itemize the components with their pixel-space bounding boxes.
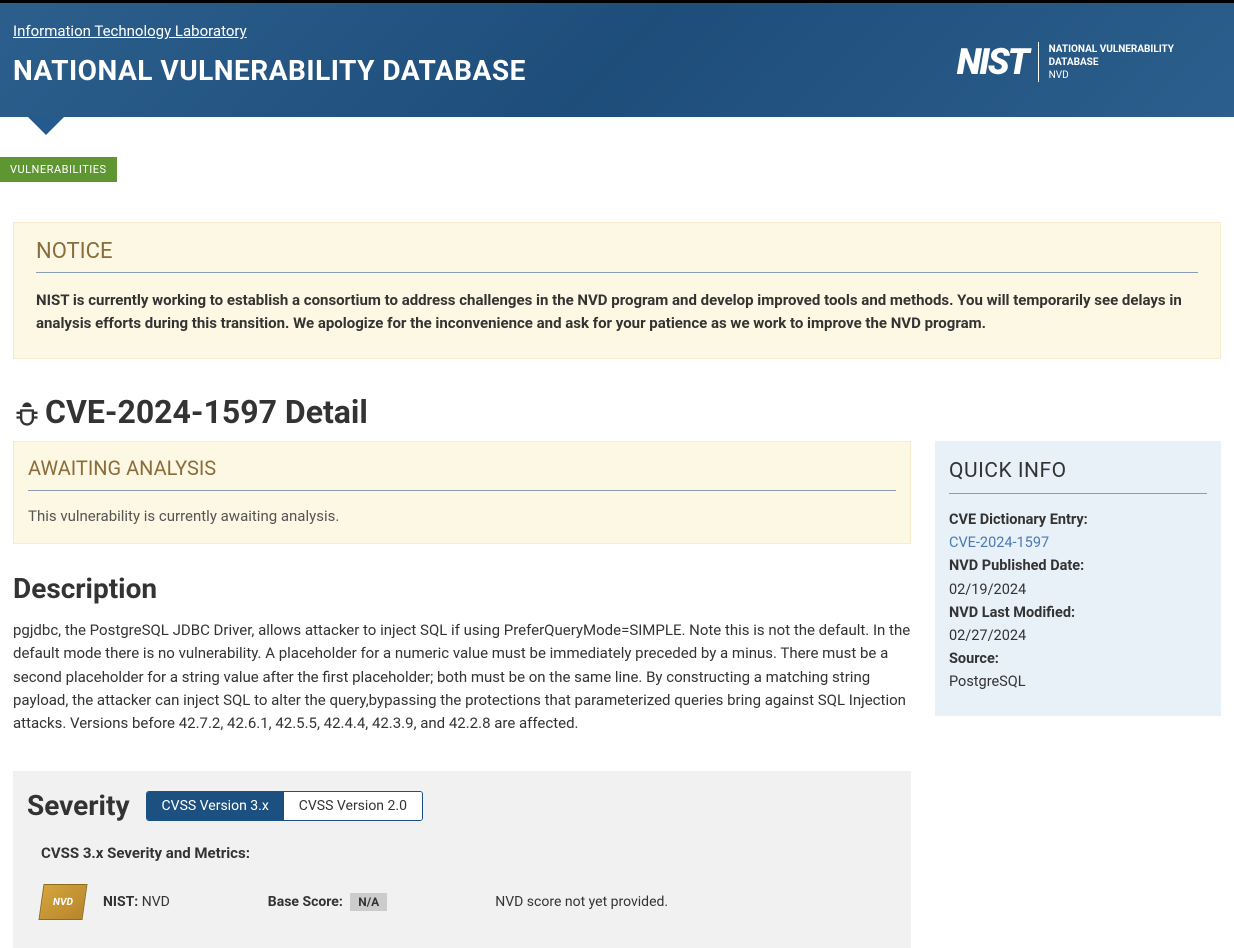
cvss-tabs: CVSS Version 3.x CVSS Version 2.0 — [146, 791, 423, 821]
bug-icon — [13, 398, 41, 426]
awaiting-analysis-box: AWAITING ANALYSIS This vulnerability is … — [13, 441, 911, 544]
nvd-badge-icon: NVD — [38, 884, 87, 920]
qi-published-label: NVD Published Date: — [949, 557, 1084, 574]
quick-info-heading: QUICK INFO — [949, 459, 1207, 494]
qi-source-value: PostgreSQL — [949, 670, 1207, 693]
qi-source-label: Source: — [949, 650, 999, 667]
na-badge: N/A — [350, 893, 387, 911]
nist-logo: NIST NATIONAL VULNERABILITY DATABASE NVD — [957, 41, 1174, 83]
severity-section: Severity CVSS Version 3.x CVSS Version 2… — [13, 771, 911, 948]
tab-cvss3[interactable]: CVSS Version 3.x — [147, 792, 284, 820]
awaiting-heading: AWAITING ANALYSIS — [28, 456, 896, 491]
description-text: pgjdbc, the PostgreSQL JDBC Driver, allo… — [13, 619, 911, 735]
no-score-text: NVD score not yet provided. — [495, 894, 668, 910]
qi-modified-value: 02/27/2024 — [949, 624, 1207, 647]
cve-title: CVE-2024-1597 Detail — [13, 393, 1221, 431]
nist-source-label: NIST: NVD — [103, 894, 170, 910]
qi-published-value: 02/19/2024 — [949, 578, 1207, 601]
qi-entry-link[interactable]: CVE-2024-1597 — [949, 534, 1049, 551]
notice-heading: NOTICE — [36, 239, 1198, 273]
base-score: Base Score: N/A — [268, 894, 387, 910]
awaiting-text: This vulnerability is currently awaiting… — [28, 507, 896, 525]
tab-cvss2[interactable]: CVSS Version 2.0 — [284, 792, 422, 820]
description-heading: Description — [13, 572, 911, 605]
qi-entry-label: CVE Dictionary Entry: — [949, 511, 1088, 528]
dropdown-indicator-icon[interactable] — [28, 117, 64, 135]
severity-heading: Severity — [27, 789, 130, 822]
notice-text: NIST is currently working to establish a… — [36, 289, 1198, 334]
breadcrumb-vulnerabilities[interactable]: VULNERABILITIES — [0, 157, 117, 182]
nist-logo-text: NIST — [957, 41, 1028, 83]
qi-modified-label: NVD Last Modified: — [949, 604, 1075, 621]
quick-info-box: QUICK INFO CVE Dictionary Entry: CVE-202… — [935, 441, 1221, 716]
itl-link[interactable]: Information Technology Laboratory — [13, 22, 247, 40]
cvss3-subheading: CVSS 3.x Severity and Metrics: — [41, 844, 897, 862]
header: Information Technology Laboratory NATION… — [0, 3, 1234, 117]
notice-box: NOTICE NIST is currently working to esta… — [13, 222, 1221, 359]
